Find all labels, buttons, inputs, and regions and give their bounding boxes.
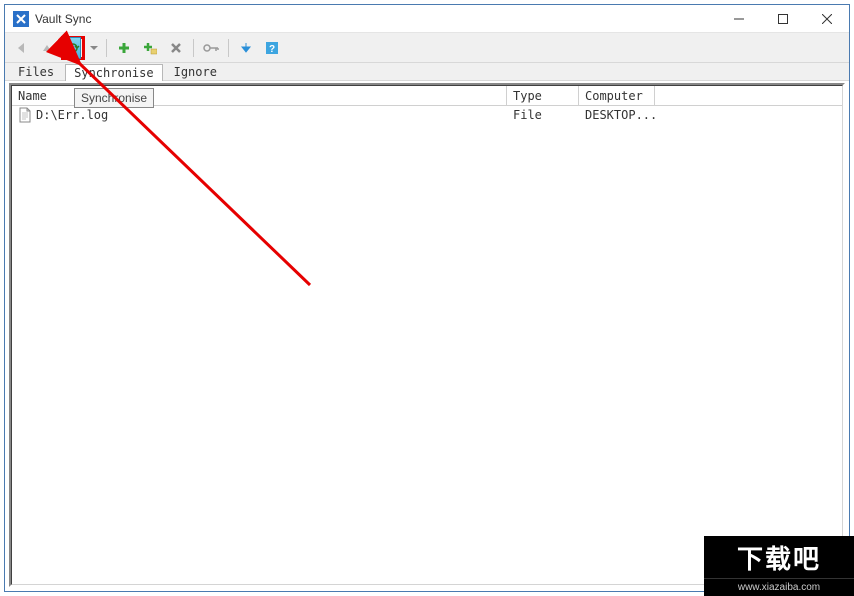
sync-button[interactable]: [61, 36, 85, 60]
add-folder-button[interactable]: [138, 36, 162, 60]
content-panel: Name Type Computer: [9, 83, 845, 587]
close-button[interactable]: [805, 5, 849, 32]
back-arrow-icon: [14, 41, 28, 55]
window-title: Vault Sync: [35, 12, 717, 26]
cell-computer: DESKTOP...: [579, 107, 655, 123]
download-arrow-icon: [239, 41, 253, 55]
watermark-logo: 下载吧: [704, 536, 854, 578]
tab-synchronise[interactable]: Synchronise: [65, 64, 162, 81]
column-header-computer[interactable]: Computer: [579, 86, 655, 105]
table-row[interactable]: D:\Err.log File DESKTOP...: [12, 106, 842, 124]
watermark-url: www.xiazaiba.com: [704, 578, 854, 596]
cell-name: D:\Err.log: [36, 108, 108, 122]
app-icon: [13, 11, 29, 27]
tab-files[interactable]: Files: [9, 63, 63, 80]
key-button[interactable]: [199, 36, 223, 60]
maximize-button[interactable]: [761, 5, 805, 32]
column-header-type[interactable]: Type: [507, 86, 579, 105]
separator: [106, 39, 107, 57]
download-button[interactable]: [234, 36, 258, 60]
cell-type: File: [507, 107, 579, 123]
separator: [228, 39, 229, 57]
add-button[interactable]: [112, 36, 136, 60]
toolbar: ?: [5, 33, 849, 63]
tooltip: Synchronise: [74, 88, 154, 108]
help-icon: ?: [265, 41, 279, 55]
minimize-button[interactable]: [717, 5, 761, 32]
delete-button[interactable]: [164, 36, 188, 60]
tabstrip: Files Synchronise Ignore: [5, 63, 849, 81]
svg-text:?: ?: [269, 44, 275, 55]
help-button[interactable]: ?: [260, 36, 284, 60]
file-icon: [18, 107, 32, 123]
dropdown-button[interactable]: [87, 36, 101, 60]
chevron-down-icon: [90, 44, 98, 52]
up-button[interactable]: [35, 36, 59, 60]
watermark: 下载吧 www.xiazaiba.com: [704, 536, 854, 596]
delete-x-icon: [169, 41, 183, 55]
back-button[interactable]: [9, 36, 33, 60]
plus-icon: [117, 41, 131, 55]
key-icon: [203, 42, 219, 54]
separator: [193, 39, 194, 57]
titlebar: Vault Sync: [5, 5, 849, 33]
sync-icon: [66, 41, 80, 55]
window-controls: [717, 5, 849, 32]
up-arrow-icon: [40, 41, 54, 55]
plus-folder-icon: [143, 41, 157, 55]
tab-ignore[interactable]: Ignore: [165, 63, 226, 80]
